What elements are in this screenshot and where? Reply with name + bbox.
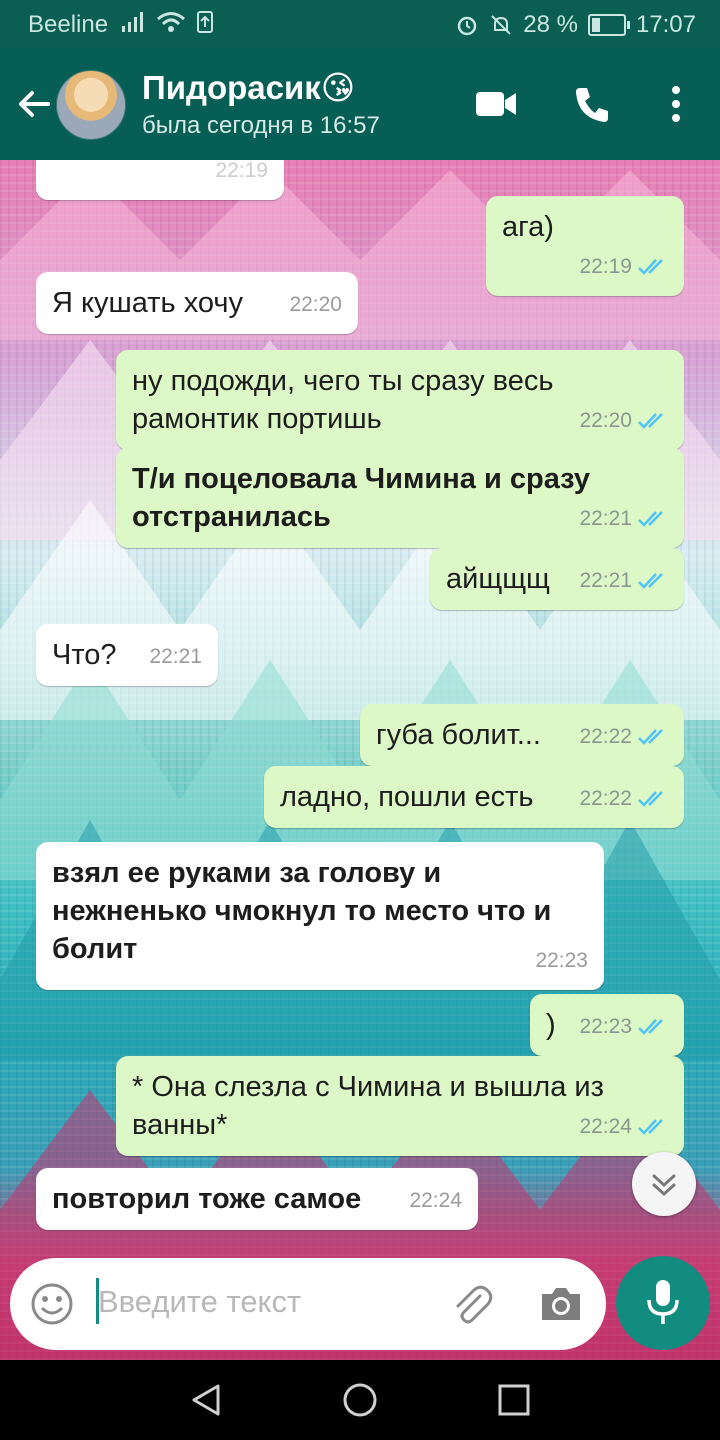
- double-check-icon: [638, 791, 663, 807]
- message-time: 22:21: [579, 500, 668, 538]
- avatar[interactable]: [56, 70, 126, 140]
- message-bubble-out[interactable]: Т/и поцеловала Чимина и сразу отстранила…: [116, 448, 684, 548]
- message-bubble-in[interactable]: Я кушать хочу 22:20: [36, 272, 358, 334]
- message-text: Т/и поцеловала Чимина и сразу отстранила…: [132, 463, 590, 533]
- message-text: губа болит...: [376, 719, 541, 751]
- double-check-icon: [638, 259, 663, 275]
- nav-back-icon[interactable]: [188, 1382, 224, 1418]
- double-check-icon: [638, 1019, 663, 1035]
- message-text: Что?: [52, 639, 117, 671]
- message-time: 22:21: [149, 645, 202, 668]
- wifi-icon: [157, 12, 185, 32]
- message-bubble-in[interactable]: Что? 22:21: [36, 624, 218, 686]
- message-text: ): [546, 1009, 556, 1041]
- message-time: 22:22: [579, 780, 668, 818]
- message-bubble-out[interactable]: ага) 22:19: [486, 196, 684, 296]
- contact-name[interactable]: Пидорасик😘: [142, 68, 355, 107]
- message-time: 22:20: [289, 293, 342, 316]
- message-time: 22:24: [579, 1108, 668, 1146]
- carrier-label: Beeline: [28, 11, 109, 38]
- message-text: Я кушать хочу: [52, 287, 243, 319]
- system-nav-bar: [0, 1360, 720, 1440]
- message-input[interactable]: Введите текст: [98, 1284, 301, 1320]
- status-bar: Beeline 28 % 17:07: [0, 0, 720, 48]
- message-time: 22:23: [535, 949, 588, 972]
- message-bubble-in[interactable]: повторил тоже самое 22:24: [36, 1168, 478, 1230]
- scroll-to-bottom-button[interactable]: [632, 1152, 696, 1216]
- battery-icon: [587, 14, 630, 36]
- status-icons: [120, 10, 214, 34]
- paperclip-icon[interactable]: [450, 1282, 494, 1326]
- message-time: 22:19: [579, 248, 668, 286]
- phone-icon[interactable]: [572, 84, 612, 124]
- nav-recents-icon[interactable]: [496, 1382, 532, 1418]
- upload-icon: [197, 11, 213, 33]
- double-check-icon: [638, 511, 663, 527]
- chat-header: Пидорасик😘 была сегодня в 16:57: [0, 48, 720, 160]
- message-time: 22:24: [409, 1189, 462, 1212]
- video-call-icon[interactable]: [474, 84, 518, 124]
- message-text: * Она слезла с Чимина и вышла из ванны*: [132, 1071, 604, 1141]
- message-bubble-out[interactable]: ну подожди, чего ты сразу весь рамонтик …: [116, 350, 684, 450]
- double-check-icon: [638, 1119, 663, 1135]
- message-bubble-out[interactable]: губа болит... 22:22: [360, 704, 684, 766]
- message-time: 22:20: [579, 402, 668, 440]
- status-right: 28 % 17:07: [455, 11, 696, 39]
- message-time: 22:21: [579, 562, 668, 600]
- message-bubble-out[interactable]: ) 22:23: [530, 994, 684, 1056]
- chat-area[interactable]: 22:19 ага) 22:19 Я кушать хочу 22:20 ну …: [0, 160, 720, 1360]
- message-text: повторил тоже самое: [52, 1183, 362, 1215]
- double-check-icon: [638, 413, 663, 429]
- signal-icon: [122, 12, 143, 32]
- contact-last-seen: была сегодня в 16:57: [142, 112, 380, 139]
- message-text: взял ее руками за голову и нежненько чмо…: [52, 857, 552, 965]
- message-time: 22:19: [215, 160, 268, 182]
- message-bubble-out[interactable]: айщщщ 22:21: [430, 548, 684, 610]
- arrow-left-icon[interactable]: [14, 84, 54, 124]
- message-time: 22:22: [579, 718, 668, 756]
- double-check-icon: [638, 729, 663, 745]
- message-bubble-out[interactable]: ладно, пошли есть 22:22: [264, 766, 684, 828]
- alarm-icon: [457, 16, 477, 36]
- message-bubble-in[interactable]: взял ее руками за голову и нежненько чмо…: [36, 842, 604, 990]
- battery-percent: 28 %: [523, 11, 578, 38]
- clock: 17:07: [635, 11, 696, 38]
- message-input-bar: Введите текст: [10, 1258, 606, 1350]
- mute-bell-icon: [491, 15, 511, 35]
- more-vert-icon[interactable]: [664, 84, 688, 124]
- message-text: ладно, пошли есть: [280, 781, 534, 813]
- nav-home-icon[interactable]: [342, 1382, 378, 1418]
- emoji-icon[interactable]: [30, 1282, 74, 1326]
- message-time: 22:23: [579, 1008, 668, 1046]
- mic-button[interactable]: [616, 1256, 710, 1350]
- message-bubble-in[interactable]: 22:19: [36, 160, 284, 200]
- message-text: ага): [502, 211, 554, 243]
- double-check-icon: [638, 573, 663, 589]
- mic-icon: [647, 1280, 679, 1324]
- camera-icon[interactable]: [538, 1282, 584, 1326]
- message-bubble-out[interactable]: * Она слезла с Чимина и вышла из ванны* …: [116, 1056, 684, 1156]
- message-text: айщщщ: [446, 563, 550, 595]
- double-chevron-down-icon: [652, 1174, 676, 1197]
- message-text: ну подожди, чего ты сразу весь рамонтик …: [132, 365, 554, 435]
